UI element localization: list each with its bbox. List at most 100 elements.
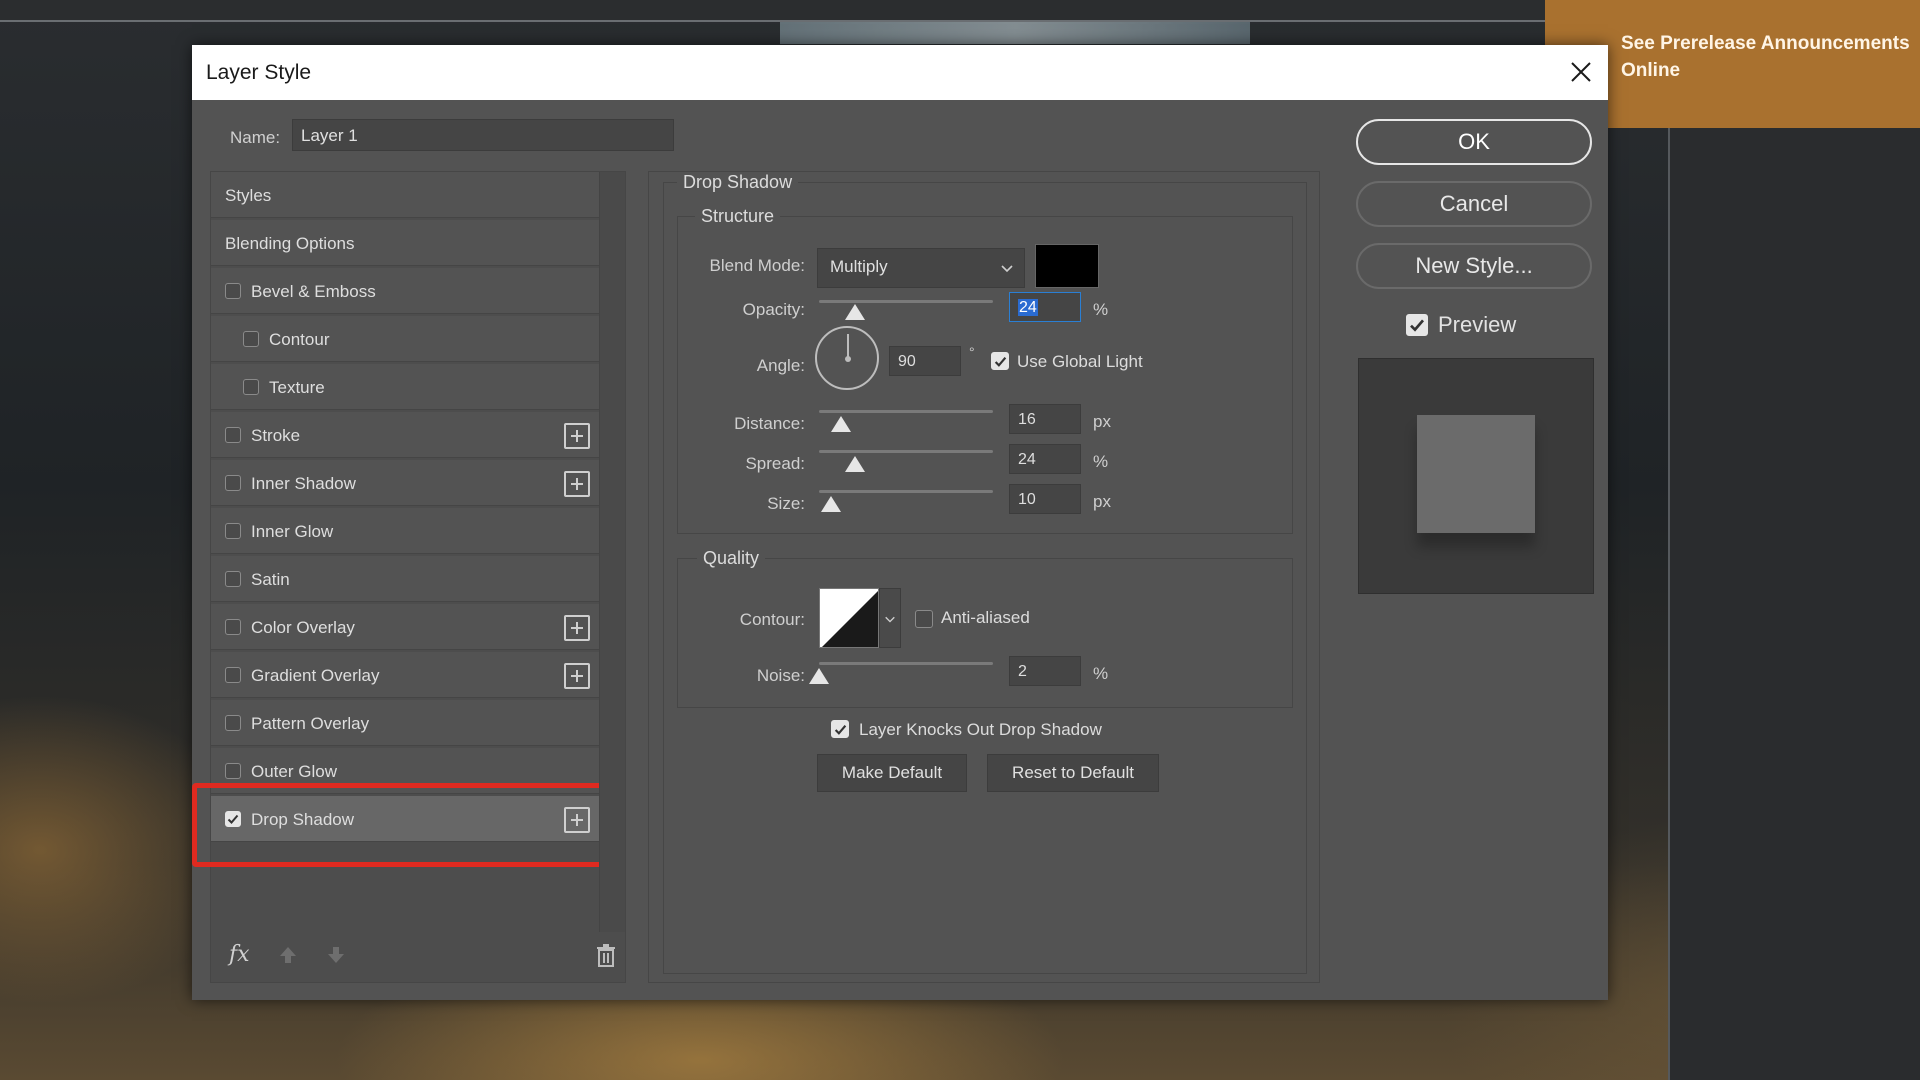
noise-unit: % xyxy=(1093,664,1109,683)
blending-options-row[interactable]: Blending Options xyxy=(211,220,601,266)
opacity-label: Opacity: xyxy=(742,300,805,319)
contour-curve-icon xyxy=(822,591,878,647)
spread-label: Spread: xyxy=(745,454,805,473)
inner-glow-row[interactable]: Inner Glow xyxy=(211,508,601,554)
anti-aliased-label: Anti-aliased xyxy=(941,608,1030,627)
size-label: Size: xyxy=(767,494,805,513)
structure-title: Structure xyxy=(695,206,781,227)
add-stroke-plus-icon[interactable] xyxy=(564,423,590,449)
drop-shadow-checkbox[interactable] xyxy=(225,811,241,827)
preview-label: Preview xyxy=(1438,312,1517,337)
inner-glow-checkbox[interactable] xyxy=(225,523,241,539)
chevron-down-icon xyxy=(1001,265,1013,273)
bevel-emboss-row[interactable]: Bevel & Emboss xyxy=(211,268,601,314)
bevel-emboss-checkbox[interactable] xyxy=(225,283,241,299)
add-drop-shadow-plus-icon[interactable] xyxy=(564,807,590,833)
layer-name-input[interactable]: Layer 1 xyxy=(292,119,674,151)
pattern-overlay-checkbox[interactable] xyxy=(225,715,241,731)
styles-list-panel: Styles Blending Options Bevel & Emboss C… xyxy=(192,171,626,983)
spread-input[interactable]: 24 xyxy=(1009,444,1081,474)
outer-glow-row[interactable]: Outer Glow xyxy=(211,748,601,794)
contour-checkbox[interactable] xyxy=(243,331,259,347)
opacity-slider-thumb[interactable] xyxy=(845,304,865,320)
move-down-icon[interactable] xyxy=(325,944,347,966)
noise-slider-thumb[interactable] xyxy=(809,668,829,684)
styles-list-scrollbar[interactable] xyxy=(599,172,625,932)
pattern-overlay-row[interactable]: Pattern Overlay xyxy=(211,700,601,746)
opacity-input[interactable]: 24 xyxy=(1009,292,1081,322)
inner-shadow-row[interactable]: Inner Shadow xyxy=(211,460,601,506)
gradient-overlay-checkbox[interactable] xyxy=(225,667,241,683)
angle-input[interactable]: 90 xyxy=(889,346,961,376)
angle-dial[interactable] xyxy=(815,326,879,390)
drop-shadow-settings-panel: Drop Shadow Structure Blend Mode: Multip… xyxy=(648,171,1320,983)
contour-preview[interactable] xyxy=(819,588,879,648)
size-unit: px xyxy=(1093,492,1111,511)
fx-icon[interactable]: fx xyxy=(229,942,250,967)
blend-mode-label: Blend Mode: xyxy=(709,256,805,275)
list-item-label: Color Overlay xyxy=(251,618,355,637)
size-slider-track[interactable] xyxy=(819,490,993,493)
chevron-down-icon xyxy=(885,616,895,623)
preview-checkbox[interactable] xyxy=(1406,314,1428,336)
inner-shadow-checkbox[interactable] xyxy=(225,475,241,491)
stroke-checkbox[interactable] xyxy=(225,427,241,443)
size-slider-thumb[interactable] xyxy=(821,496,841,512)
list-item-label: Styles xyxy=(225,186,272,205)
angle-center-dot xyxy=(845,356,851,362)
move-up-icon[interactable] xyxy=(277,944,299,966)
distance-slider-track[interactable] xyxy=(819,410,993,413)
stroke-row[interactable]: Stroke xyxy=(211,412,601,458)
add-gradient-overlay-plus-icon[interactable] xyxy=(564,663,590,689)
opacity-value: 24 xyxy=(1018,299,1038,316)
color-overlay-checkbox[interactable] xyxy=(225,619,241,635)
outer-glow-checkbox[interactable] xyxy=(225,763,241,779)
list-item-label: Blending Options xyxy=(225,234,355,253)
checkmark-icon xyxy=(1410,319,1425,332)
noise-slider-track[interactable] xyxy=(819,662,993,665)
add-inner-shadow-plus-icon[interactable] xyxy=(564,471,590,497)
add-color-overlay-plus-icon[interactable] xyxy=(564,615,590,641)
ok-button[interactable]: OK xyxy=(1356,119,1592,165)
shadow-color-swatch[interactable] xyxy=(1035,244,1099,288)
name-label: Name: xyxy=(230,128,281,147)
trash-icon[interactable] xyxy=(595,944,617,968)
make-default-button[interactable]: Make Default xyxy=(817,754,967,792)
distance-input[interactable]: 16 xyxy=(1009,404,1081,434)
drop-shadow-row[interactable]: Drop Shadow xyxy=(211,796,601,842)
color-overlay-row[interactable]: Color Overlay xyxy=(211,604,601,650)
app-top-bar xyxy=(0,0,1545,22)
checkmark-icon xyxy=(834,725,847,735)
close-icon[interactable] xyxy=(1564,55,1598,89)
reset-to-default-button[interactable]: Reset to Default xyxy=(987,754,1159,792)
cancel-button[interactable]: Cancel xyxy=(1356,181,1592,227)
contour-row[interactable]: Contour xyxy=(211,316,601,362)
preview-square xyxy=(1417,415,1535,533)
spread-slider-thumb[interactable] xyxy=(845,456,865,472)
checkmark-icon xyxy=(994,357,1007,367)
size-input[interactable]: 10 xyxy=(1009,484,1081,514)
layer-knocks-out-checkbox[interactable] xyxy=(831,720,849,738)
contour-dropdown[interactable] xyxy=(879,588,901,648)
anti-aliased-checkbox[interactable] xyxy=(915,610,933,628)
new-style-button[interactable]: New Style... xyxy=(1356,243,1592,289)
blend-mode-value: Multiply xyxy=(830,257,888,276)
distance-slider-thumb[interactable] xyxy=(831,416,851,432)
texture-row[interactable]: Texture xyxy=(211,364,601,410)
gradient-overlay-row[interactable]: Gradient Overlay xyxy=(211,652,601,698)
spread-slider-track[interactable] xyxy=(819,450,993,453)
layer-style-dialog: Layer Style Name: Layer 1 Styles Blendin… xyxy=(192,45,1608,1000)
opacity-slider-track[interactable] xyxy=(819,300,993,303)
opacity-unit: % xyxy=(1093,300,1109,319)
distance-label: Distance: xyxy=(734,414,805,433)
styles-header-row[interactable]: Styles xyxy=(211,172,601,218)
use-global-light-checkbox[interactable] xyxy=(991,352,1009,370)
styles-list-footer: fx xyxy=(211,930,625,982)
blend-mode-select[interactable]: Multiply xyxy=(817,248,1025,288)
texture-checkbox[interactable] xyxy=(243,379,259,395)
satin-row[interactable]: Satin xyxy=(211,556,601,602)
noise-input[interactable]: 2 xyxy=(1009,656,1081,686)
drop-shadow-section-title: Drop Shadow xyxy=(677,172,799,193)
satin-checkbox[interactable] xyxy=(225,571,241,587)
style-preview-thumbnail xyxy=(1358,358,1594,594)
